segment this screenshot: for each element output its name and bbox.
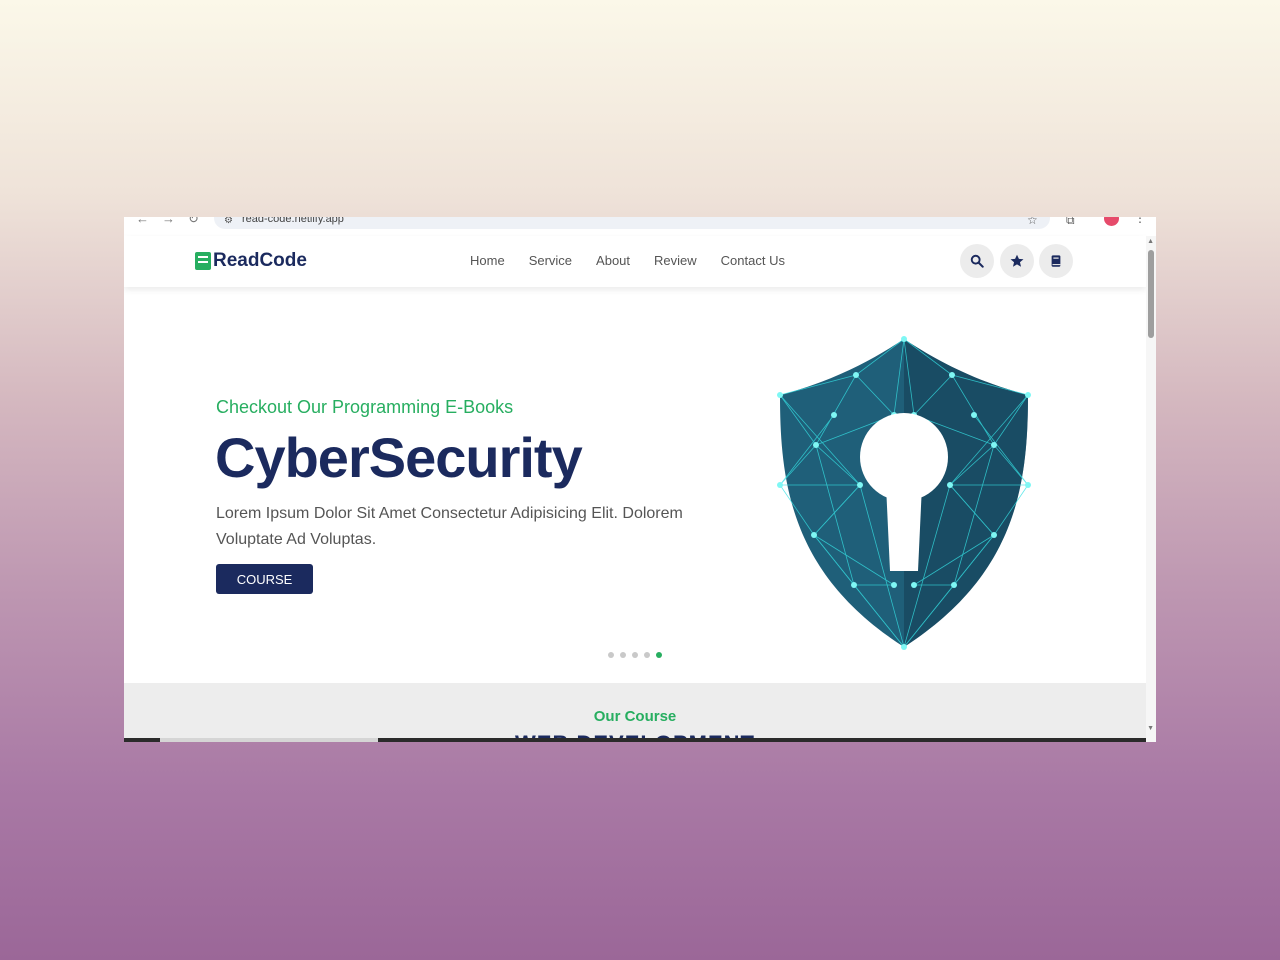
nav-review[interactable]: Review bbox=[654, 253, 697, 268]
scroll-up-arrow-icon[interactable]: ▲ bbox=[1147, 238, 1154, 245]
address-bar[interactable]: ⚙ read-code.netlify.app bbox=[214, 217, 1050, 229]
hero-description: Lorem Ipsum Dolor Sit Amet Consectetur A… bbox=[216, 505, 683, 548]
reload-button[interactable]: ↻ bbox=[188, 217, 199, 227]
carousel-dot-active[interactable] bbox=[656, 652, 662, 658]
hero-title: CyberSecurity bbox=[215, 426, 583, 489]
browser-menu-icon[interactable]: ⋮ bbox=[1134, 217, 1146, 225]
bottom-bar-highlight bbox=[160, 738, 378, 742]
star-icon bbox=[1010, 254, 1024, 267]
library-button[interactable] bbox=[1039, 244, 1073, 278]
book-logo-icon bbox=[195, 252, 211, 270]
scrollbar-thumb[interactable] bbox=[1148, 250, 1154, 338]
tune-icon[interactable]: ⚙ bbox=[224, 217, 233, 226]
nav-contact-us[interactable]: Contact Us bbox=[721, 253, 785, 268]
carousel-dot[interactable] bbox=[632, 652, 638, 658]
carousel-dot[interactable] bbox=[644, 652, 650, 658]
nav-about[interactable]: About bbox=[596, 253, 630, 268]
nav-service[interactable]: Service bbox=[529, 253, 572, 268]
bookmark-star-icon[interactable]: ☆ bbox=[1027, 217, 1038, 227]
url-text: read-code.netlify.app bbox=[242, 217, 344, 225]
scroll-down-arrow-icon[interactable]: ▼ bbox=[1147, 725, 1154, 732]
extensions-icon[interactable]: ⧉ bbox=[1066, 217, 1075, 228]
course-section-label: Our Course bbox=[593, 708, 677, 725]
search-button[interactable] bbox=[960, 244, 994, 278]
course-section: Our Course WEB DEVELOPMENT bbox=[124, 683, 1146, 742]
profile-avatar[interactable] bbox=[1104, 217, 1119, 226]
favorites-button[interactable] bbox=[1000, 244, 1034, 278]
course-button[interactable]: COURSE bbox=[216, 564, 313, 594]
main-nav: Home Service About Review Contact Us bbox=[470, 253, 809, 268]
forward-button[interactable]: → bbox=[162, 217, 175, 226]
carousel-pagination bbox=[608, 652, 668, 658]
browser-toolbar: ← → ↻ ⚙ read-code.netlify.app ☆ ⧉ ⋮ bbox=[124, 217, 1156, 237]
back-button[interactable]: ← bbox=[136, 217, 149, 226]
logo-text: ReadCode bbox=[213, 250, 307, 271]
book-icon bbox=[1051, 255, 1061, 267]
site-header: ReadCode Home Service About Review Conta… bbox=[124, 236, 1146, 287]
cybersecurity-shield-image bbox=[777, 336, 1031, 650]
search-icon bbox=[970, 254, 984, 268]
carousel-dot[interactable] bbox=[620, 652, 626, 658]
hero-subtitle: Checkout Our Programming E-Books bbox=[216, 397, 514, 417]
browser-window: ← → ↻ ⚙ read-code.netlify.app ☆ ⧉ ⋮ Read… bbox=[124, 217, 1156, 742]
carousel-dot[interactable] bbox=[608, 652, 614, 658]
site-logo[interactable]: ReadCode bbox=[195, 249, 307, 273]
nav-home[interactable]: Home bbox=[470, 253, 505, 268]
